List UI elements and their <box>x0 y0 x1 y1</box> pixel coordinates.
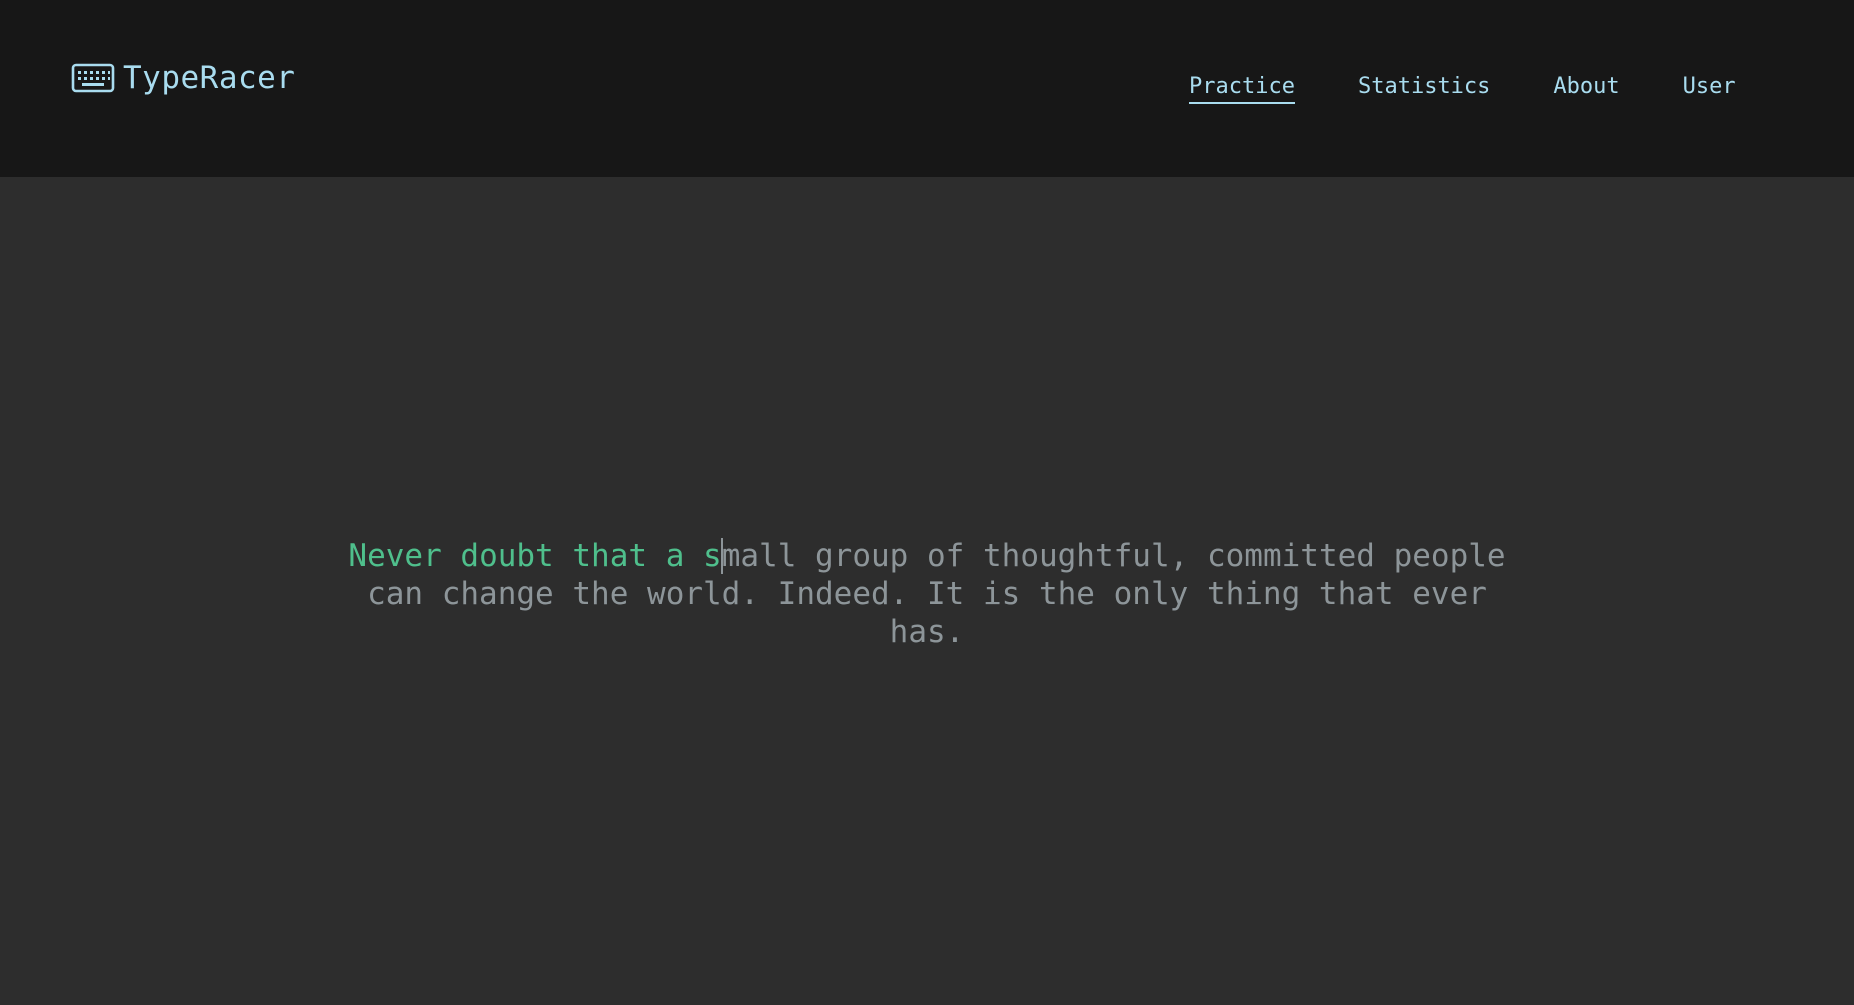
practice-area[interactable]: Never doubt that a small group of though… <box>0 177 1854 1005</box>
navbar: TypeRacer Practice Statistics About User <box>0 0 1854 177</box>
brand-logo[interactable]: TypeRacer <box>71 60 295 96</box>
nav-practice[interactable]: Practice <box>1189 74 1295 104</box>
brand-title: TypeRacer <box>123 60 296 96</box>
main-nav: Practice Statistics About User <box>1189 74 1736 104</box>
typed-text: Never doubt that a s <box>348 538 722 574</box>
keyboard-icon <box>71 63 115 93</box>
typing-passage[interactable]: Never doubt that a small group of though… <box>327 537 1527 651</box>
nav-statistics[interactable]: Statistics <box>1358 74 1490 104</box>
nav-user[interactable]: User <box>1683 74 1736 104</box>
nav-about[interactable]: About <box>1553 74 1619 104</box>
